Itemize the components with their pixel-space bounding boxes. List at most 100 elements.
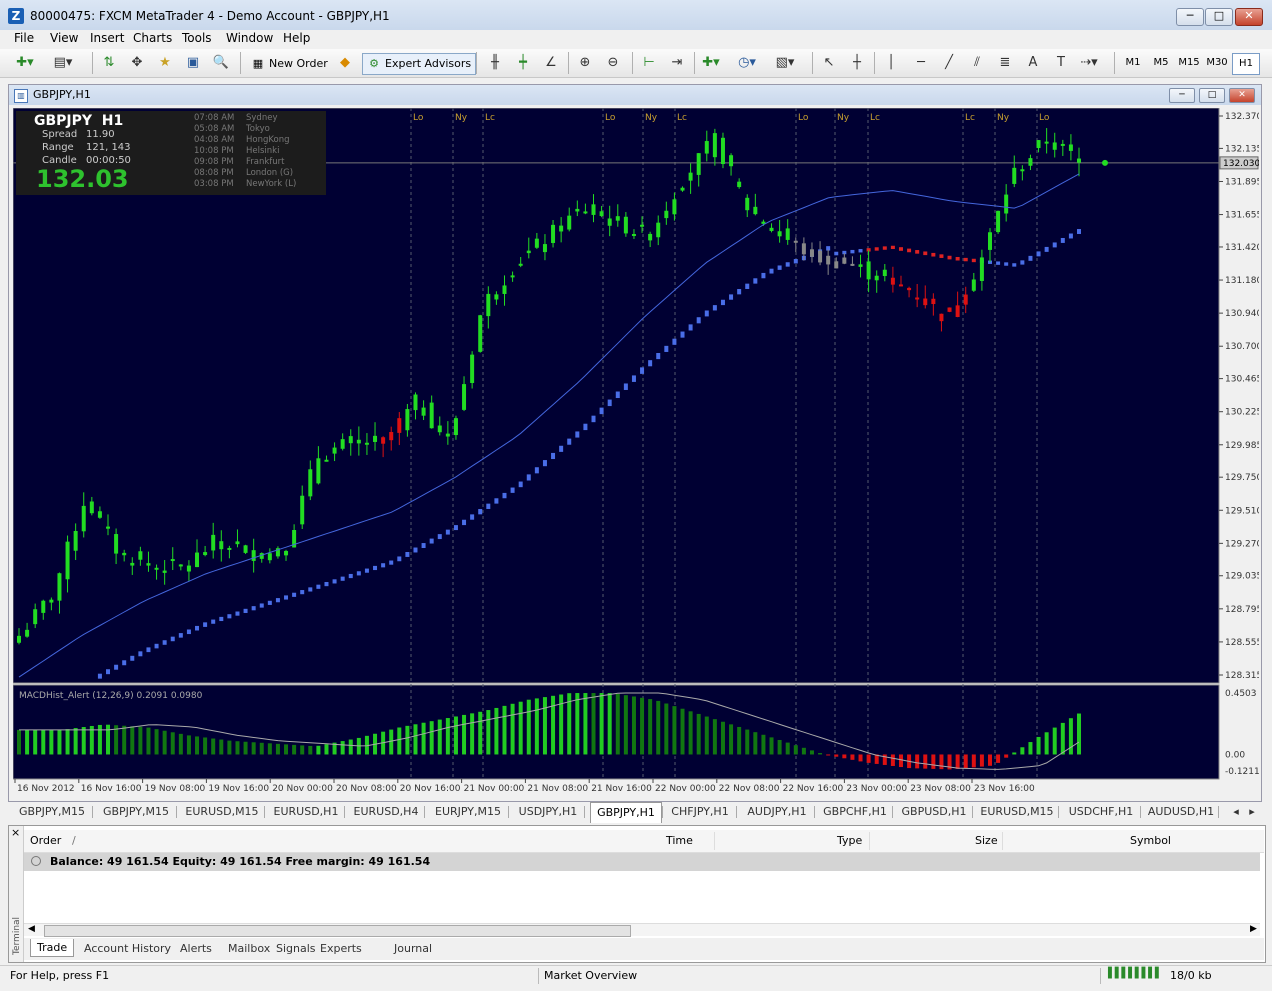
chart-tab[interactable]: GBPJPY,H1 [590,802,662,823]
scrollbar-thumb[interactable] [44,925,631,937]
candle-body [599,211,604,217]
label-icon[interactable]: T [1050,53,1072,73]
channel-icon[interactable]: ⫽ [966,53,988,73]
market-watch-icon[interactable]: ⇅ [98,53,120,73]
column-symbol[interactable]: Symbol [1130,834,1171,847]
terminal-tab[interactable]: Signals [276,942,316,955]
text-icon[interactable]: A [1022,53,1044,73]
column-order[interactable]: Order [30,834,61,847]
horizontal-line-icon[interactable]: ─ [910,53,932,73]
zoom-in-icon[interactable]: ⊕ [574,53,596,73]
chart-close-button[interactable]: ✕ [1229,88,1255,103]
profiles-icon[interactable]: ▤▾ [52,53,74,73]
terminal-tab[interactable]: Alerts [180,942,212,955]
chart-minimize-button[interactable]: ─ [1169,88,1195,103]
status-profile[interactable]: Market Overview [544,969,637,982]
macd-bar [987,754,992,766]
navigator-icon[interactable]: ✥ [126,53,148,73]
candle-body [332,447,337,454]
tab-scroll-right-icon[interactable]: ▸ [1246,804,1258,820]
chart-shift-icon[interactable]: ⊢ [638,53,660,73]
line-chart-icon[interactable]: ∠ [540,53,562,73]
macd-bar [809,750,814,755]
timeframe-m30[interactable]: M30 [1204,53,1230,73]
chart-tab[interactable]: AUDUSD,H1 [1146,804,1216,820]
tab-scroll-left-icon[interactable]: ◂ [1230,804,1242,820]
band-mark [138,651,143,657]
cursor-icon[interactable]: ↖ [818,53,840,73]
strategy-tester-icon[interactable]: 🔍 [210,53,232,73]
terminal-close-button[interactable]: × [11,826,20,839]
new-chart-icon[interactable]: ✚▾ [14,53,36,73]
price-tick-label: 131.420 [1225,243,1259,253]
chart-tab[interactable]: EURUSD,H1 [270,804,342,820]
trendline-icon[interactable]: ╱ [938,53,960,73]
chart-tab[interactable]: CHFJPY,H1 [666,804,734,820]
terminal-label: Terminal [12,916,22,955]
macd-bar [203,737,208,755]
fibonacci-icon[interactable]: ≣ [994,53,1016,73]
chart-maximize-button[interactable]: □ [1199,88,1225,103]
menu-file[interactable]: File [14,31,34,45]
zoom-out-icon[interactable]: ⊖ [602,53,624,73]
alert-icon[interactable]: ◆ [334,53,356,73]
timeframe-m15[interactable]: M15 [1176,53,1202,73]
terminal-tab[interactable]: Journal [394,942,432,955]
chart-tab[interactable]: GBPUSD,H1 [898,804,970,820]
chart-tab[interactable]: EURJPY,M15 [430,804,506,820]
autoscroll-icon[interactable]: ⇥ [666,53,688,73]
vertical-line-icon[interactable]: │ [880,53,902,73]
indicators-icon[interactable]: ✚▾ [700,53,722,73]
periods-icon[interactable]: ◷▾ [736,53,758,73]
terminal-tab[interactable]: Account History [84,942,171,955]
terminal-icon[interactable]: ▣ [182,53,204,73]
column-time[interactable]: Time [666,834,693,847]
menu-view[interactable]: View [50,31,78,45]
chart-tab[interactable]: GBPJPY,M15 [14,804,90,820]
terminal-tab[interactable]: Mailbox [228,942,270,955]
macd-bar [1052,727,1057,755]
timeframe-m1[interactable]: M1 [1120,53,1146,73]
chart-tab[interactable]: USDJPY,H1 [514,804,582,820]
column-size[interactable]: Size [975,834,998,847]
candle-body [842,257,847,264]
column-type[interactable]: Type [837,834,862,847]
new-order-button[interactable]: ▦ New Order [246,53,333,75]
macd-axis: 0.4503 0.00 -0.1211 [1225,689,1259,777]
menu-insert[interactable]: Insert [90,31,124,45]
close-button[interactable]: ✕ [1235,8,1263,26]
chart-tab[interactable]: EURUSD,H4 [350,804,422,820]
arrows-icon[interactable]: ⇢▾ [1078,53,1100,73]
crosshair-icon[interactable]: ┼ [846,53,868,73]
minimize-button[interactable]: ─ [1176,8,1204,26]
chart-tab[interactable]: EURUSD,M15 [182,804,262,820]
timeframe-h1[interactable]: H1 [1232,53,1260,75]
menu-tools[interactable]: Tools [182,31,212,45]
price-chart[interactable]: 132.370 132.135 131.895 131.655 131.420 131.1… [13,108,1259,798]
candle-body [640,224,645,227]
menu-window[interactable]: Window [226,31,273,45]
timeframe-m5[interactable]: M5 [1148,53,1174,73]
chart-tab[interactable]: GBPCHF,H1 [820,804,890,820]
data-window-icon[interactable]: ★ [154,53,176,73]
band-mark [1020,260,1025,265]
chart-tab[interactable]: EURUSD,M15 [978,804,1056,820]
terminal-tab[interactable]: Experts [320,942,362,955]
menu-charts[interactable]: Charts [133,31,172,45]
terminal-tab[interactable]: Trade [30,939,75,957]
horizontal-scrollbar[interactable]: ◀ ▶ [24,923,1260,937]
chart-tab[interactable]: GBPJPY,M15 [98,804,174,820]
expert-advisors-button[interactable]: ⚙ Expert Advisors [362,53,477,75]
scroll-left-icon[interactable]: ◀ [28,924,35,934]
bar-chart-icon[interactable]: ╫ [484,53,506,73]
chart-tab[interactable]: USDCHF,H1 [1064,804,1138,820]
templates-icon[interactable]: ▧▾ [774,53,796,73]
balance-row[interactable]: Balance: 49 161.54 Equity: 49 161.54 Fre… [24,853,1260,871]
candlestick-icon[interactable]: ┿ [512,53,534,73]
scroll-right-icon[interactable]: ▶ [1250,924,1257,934]
chart-tab[interactable]: AUDJPY,H1 [742,804,812,820]
band-mark [704,310,709,317]
maximize-button[interactable]: □ [1205,8,1233,26]
menu-help[interactable]: Help [283,31,310,45]
band-mark [405,551,410,557]
